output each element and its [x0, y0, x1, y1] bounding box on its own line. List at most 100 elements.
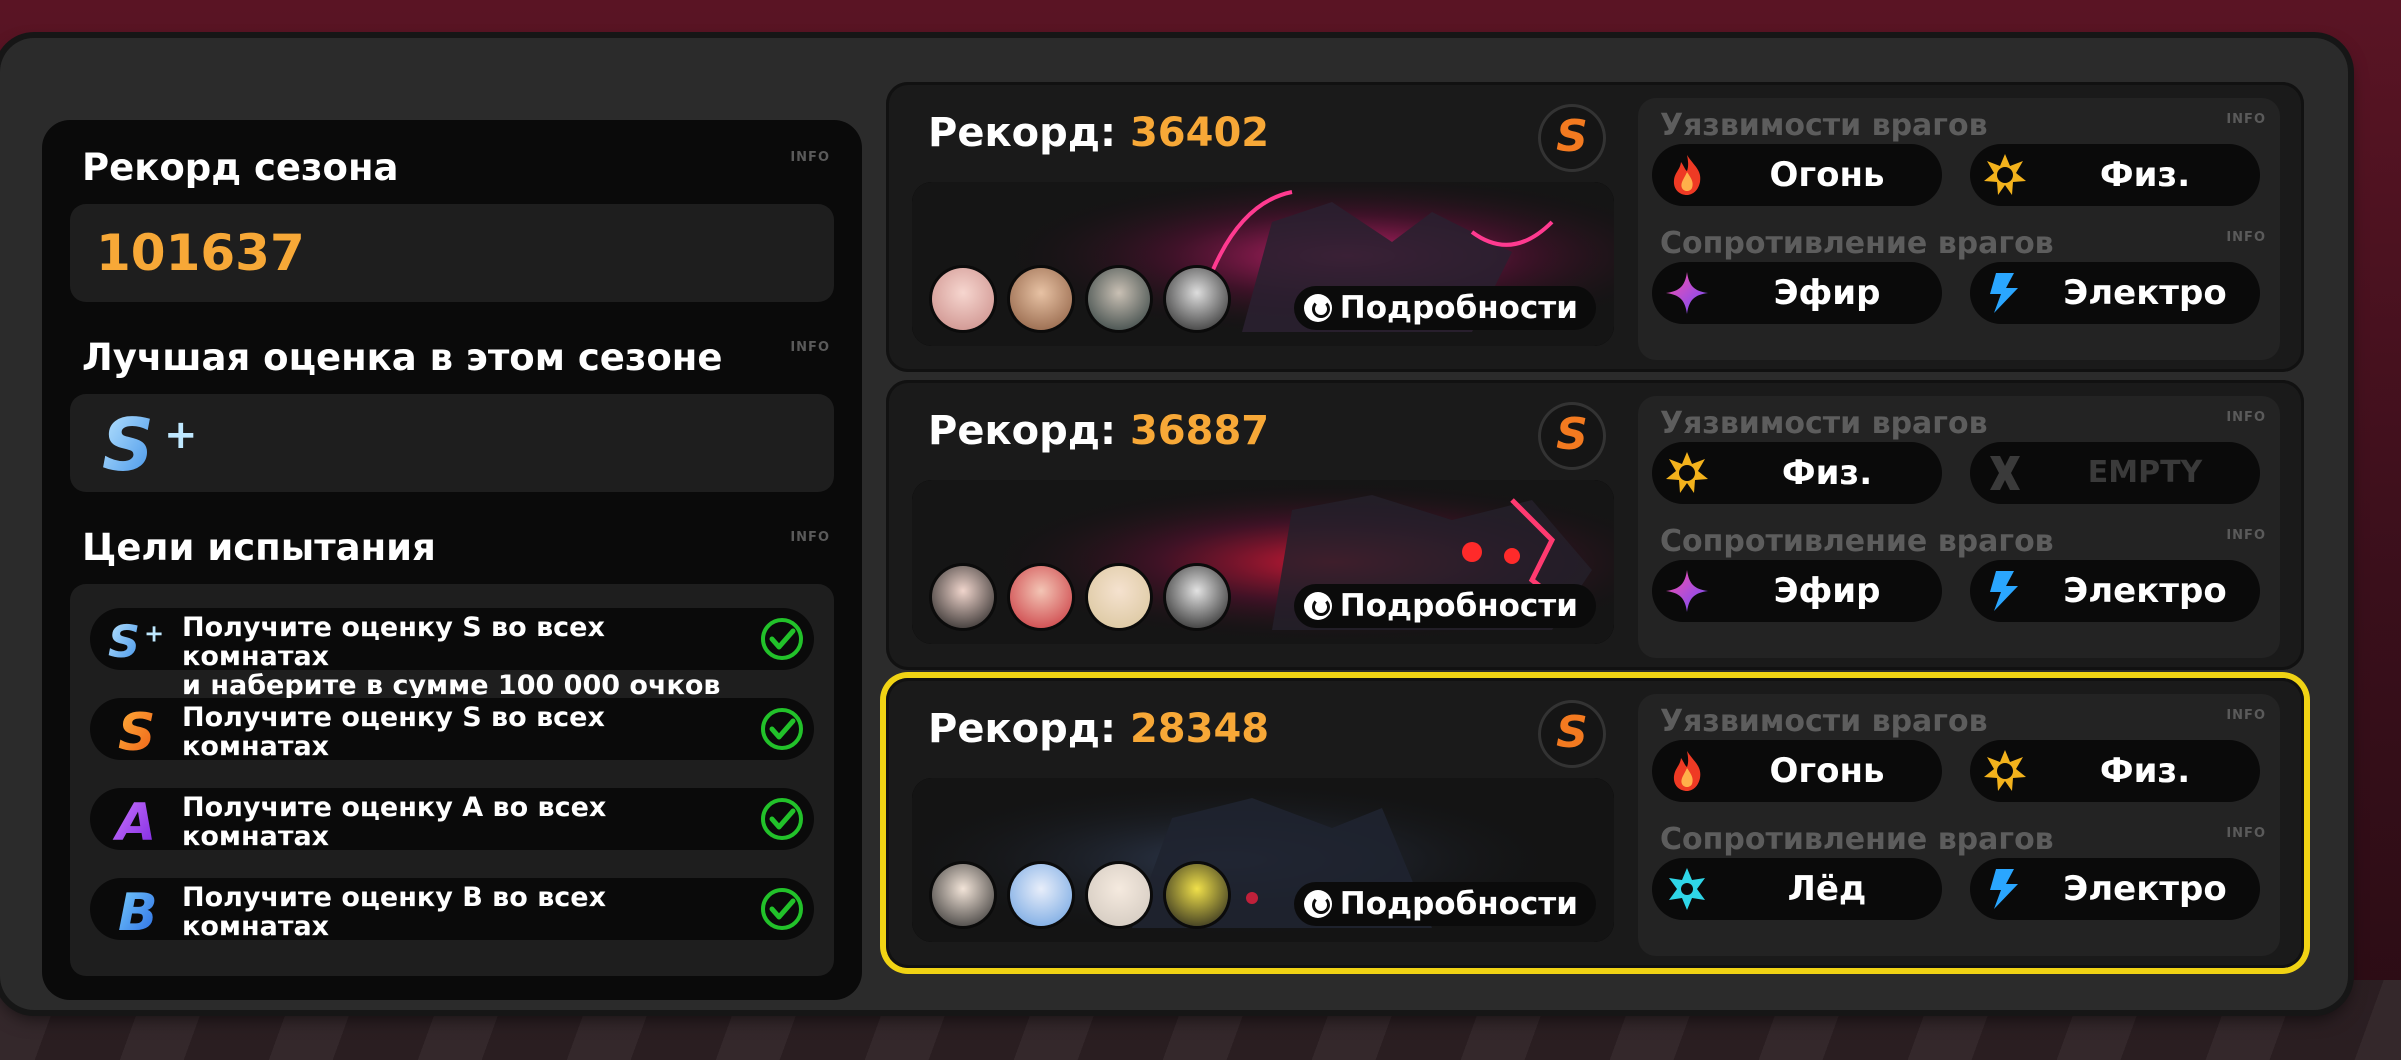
weakness-pill: Физ.	[1652, 442, 1942, 504]
goals-info[interactable]: INFO	[790, 530, 830, 545]
svg-text:+: +	[144, 620, 164, 648]
agent-avatar[interactable]	[932, 566, 994, 628]
resistance-label: Сопротивление врагов	[1660, 226, 2054, 261]
weakness-name: EMPTY	[2087, 455, 2203, 490]
agent-avatar[interactable]	[1088, 864, 1150, 926]
goal-line1: Получите оценку S во всех	[182, 702, 605, 733]
weakness-name: Физ.	[2099, 751, 2191, 791]
details-icon	[1303, 890, 1332, 918]
weakness-name: Огонь	[1769, 751, 1885, 791]
enemy-elements: Уязвимости врагов INFO Огонь Физ. Сопрот…	[1638, 694, 2280, 956]
details-button[interactable]: Подробности	[1293, 882, 1596, 926]
details-button[interactable]: Подробности	[1293, 286, 1596, 330]
resistance-name: Электро	[2063, 869, 2227, 909]
weakness-info[interactable]: INFO	[2226, 410, 2266, 425]
rank-s-icon: S	[118, 703, 155, 758]
resistance-pill: Эфир	[1652, 560, 1942, 622]
agent-avatar[interactable]	[1010, 268, 1072, 330]
goal-line1: Получите оценку A во всех	[182, 792, 607, 823]
agent-avatar[interactable]	[1166, 268, 1228, 330]
resistance-name: Электро	[2063, 273, 2227, 313]
ice-icon	[1669, 868, 1705, 910]
physical-icon	[1666, 452, 1708, 493]
physical-icon	[1984, 750, 2026, 791]
season-record-title: Рекорд сезона	[82, 146, 399, 189]
check-icon	[761, 618, 803, 660]
check-icon	[761, 798, 803, 840]
record-rank-badge: S	[1538, 104, 1606, 172]
details-icon	[1303, 592, 1332, 620]
goal-item: A Получите оценку A во всех комнатах	[90, 788, 814, 852]
resistance-info[interactable]: INFO	[2226, 826, 2266, 841]
details-button[interactable]: Подробности	[1293, 584, 1596, 628]
agent-avatar[interactable]	[932, 864, 994, 926]
agent-avatar[interactable]	[932, 268, 994, 330]
weakness-pill: Физ.	[1970, 144, 2260, 206]
weakness-name: Физ.	[1781, 453, 1873, 493]
team-banner: Подробности	[912, 182, 1614, 346]
check-icon	[761, 888, 803, 930]
weakness-info[interactable]: INFO	[2226, 112, 2266, 127]
details-icon	[1303, 294, 1332, 322]
goals-title: Цели испытания	[82, 526, 436, 569]
agent-avatar[interactable]	[1166, 566, 1228, 628]
goal-line1: Получите оценку S во всех комнатах	[182, 612, 605, 672]
agent-avatar[interactable]	[1166, 864, 1228, 926]
weakness-info[interactable]: INFO	[2226, 708, 2266, 723]
season-record-value: 101637	[96, 224, 305, 282]
season-summary: Рекорд сезона INFO 101637 Лучшая оценка …	[42, 120, 862, 1000]
weakness-pill: Огонь	[1652, 144, 1942, 206]
goal-item: S + Получите оценку S во всех комнатах и …	[90, 608, 814, 700]
record-label: Рекорд:	[928, 408, 1117, 454]
weakness-name: Огонь	[1769, 155, 1885, 195]
resistance-info[interactable]: INFO	[2226, 230, 2266, 245]
record-card-3[interactable]: Рекорд: 28348 S Подробности Уязвимости в…	[886, 678, 2304, 968]
season-record-info[interactable]: INFO	[790, 150, 830, 165]
resistance-name: Электро	[2063, 571, 2227, 611]
agent-avatar[interactable]	[1088, 566, 1150, 628]
team-banner: Подробности	[912, 778, 1614, 942]
record-card-1[interactable]: Рекорд: 36402 S Подробности Уязвимости в…	[886, 82, 2304, 372]
electric-icon	[1990, 571, 2018, 611]
record-score: 28348	[1129, 706, 1270, 752]
rank-s-plus-icon: S +	[108, 616, 164, 668]
goal-line2: комнатах	[182, 821, 330, 852]
goal-line2: комнатах	[182, 911, 330, 942]
agent-avatar[interactable]	[1010, 566, 1072, 628]
weakness-pill: Огонь	[1652, 740, 1942, 802]
svg-text:S: S	[102, 406, 154, 482]
weakness-label: Уязвимости врагов	[1660, 108, 1988, 143]
svg-text:B: B	[118, 883, 158, 938]
best-rating-box: S +	[70, 394, 834, 492]
resistance-pill: Эфир	[1652, 262, 1942, 324]
challenge-panel: Рекорд сезона INFO 101637 Лучшая оценка …	[0, 38, 2348, 1010]
resistance-pill: Лёд	[1652, 858, 1942, 920]
agent-avatar[interactable]	[1088, 268, 1150, 330]
goal-item: B Получите оценку B во всех комнатах	[90, 878, 814, 942]
rank-b-icon: B	[118, 883, 158, 938]
check-icon	[761, 708, 803, 750]
physical-icon	[1984, 154, 2026, 195]
record-rank-badge: S	[1538, 402, 1606, 470]
fire-icon	[1673, 751, 1701, 791]
resistance-label: Сопротивление врагов	[1660, 524, 2054, 559]
resistance-pill: Электро	[1970, 262, 2260, 324]
resistance-pill: Электро	[1970, 858, 2260, 920]
svg-text:+: +	[164, 412, 198, 458]
record-card-2[interactable]: Рекорд: 36887 S Подробности Уязвимости в…	[886, 380, 2304, 670]
resistance-info[interactable]: INFO	[2226, 528, 2266, 543]
weakness-pill: Физ.	[1970, 740, 2260, 802]
enemy-elements: Уязвимости врагов INFO Огонь Физ. Сопрот…	[1638, 98, 2280, 360]
electric-icon	[1990, 273, 2018, 313]
record-label: Рекорд:	[928, 110, 1117, 156]
goal-line2: комнатах	[182, 731, 330, 762]
best-rating-info[interactable]: INFO	[790, 340, 830, 355]
svg-text:A: A	[112, 793, 156, 848]
weakness-pill: EMPTY	[1970, 442, 2260, 504]
ether-icon	[1666, 570, 1708, 612]
best-rating-title: Лучшая оценка в этом сезоне	[82, 336, 723, 379]
resistance-name: Эфир	[1773, 273, 1881, 313]
resistance-name: Эфир	[1773, 571, 1881, 611]
agent-avatar[interactable]	[1010, 864, 1072, 926]
weakness-name: Физ.	[2099, 155, 2191, 195]
